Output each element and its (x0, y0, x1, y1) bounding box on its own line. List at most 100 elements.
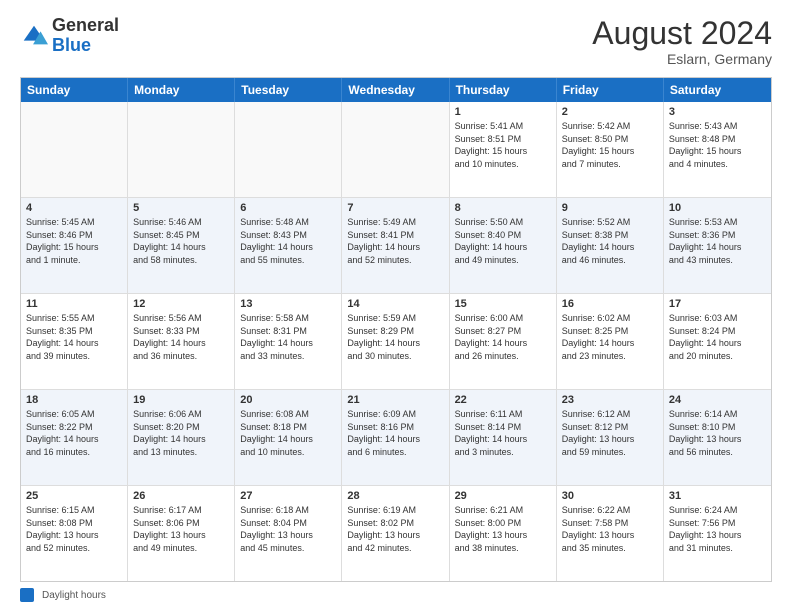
day-number: 26 (133, 490, 229, 502)
header: General Blue August 2024 Eslarn, Germany (20, 16, 772, 67)
day-number: 18 (26, 394, 122, 406)
day-number: 15 (455, 298, 551, 310)
day-info: Sunrise: 5:41 AM Sunset: 8:51 PM Dayligh… (455, 120, 551, 170)
day-number: 27 (240, 490, 336, 502)
day-info: Sunrise: 5:45 AM Sunset: 8:46 PM Dayligh… (26, 216, 122, 266)
day-number: 23 (562, 394, 658, 406)
day-cell (342, 102, 449, 197)
day-info: Sunrise: 5:52 AM Sunset: 8:38 PM Dayligh… (562, 216, 658, 266)
day-number: 31 (669, 490, 766, 502)
day-info: Sunrise: 6:19 AM Sunset: 8:02 PM Dayligh… (347, 504, 443, 554)
calendar: Sunday Monday Tuesday Wednesday Thursday… (20, 77, 772, 582)
week-row: 4 Sunrise: 5:45 AM Sunset: 8:46 PM Daylig… (21, 198, 771, 294)
header-tuesday: Tuesday (235, 78, 342, 102)
title-block: August 2024 Eslarn, Germany (592, 16, 772, 67)
day-cell: 26 Sunrise: 6:17 AM Sunset: 8:06 PM Dayli… (128, 486, 235, 581)
day-cell: 7 Sunrise: 5:49 AM Sunset: 8:41 PM Daylig… (342, 198, 449, 293)
day-number: 19 (133, 394, 229, 406)
calendar-body: 1 Sunrise: 5:41 AM Sunset: 8:51 PM Daylig… (21, 102, 771, 581)
day-info: Sunrise: 6:15 AM Sunset: 8:08 PM Dayligh… (26, 504, 122, 554)
day-info: Sunrise: 6:22 AM Sunset: 7:58 PM Dayligh… (562, 504, 658, 554)
day-info: Sunrise: 6:17 AM Sunset: 8:06 PM Dayligh… (133, 504, 229, 554)
day-info: Sunrise: 5:59 AM Sunset: 8:29 PM Dayligh… (347, 312, 443, 362)
day-info: Sunrise: 5:50 AM Sunset: 8:40 PM Dayligh… (455, 216, 551, 266)
day-info: Sunrise: 6:00 AM Sunset: 8:27 PM Dayligh… (455, 312, 551, 362)
page: General Blue August 2024 Eslarn, Germany… (0, 0, 792, 612)
logo-icon (20, 22, 48, 50)
day-info: Sunrise: 6:24 AM Sunset: 7:56 PM Dayligh… (669, 504, 766, 554)
logo-general: General (52, 15, 119, 35)
day-info: Sunrise: 6:18 AM Sunset: 8:04 PM Dayligh… (240, 504, 336, 554)
day-cell: 10Sunrise: 5:53 AM Sunset: 8:36 PM Dayli… (664, 198, 771, 293)
week-row: 1 Sunrise: 5:41 AM Sunset: 8:51 PM Daylig… (21, 102, 771, 198)
day-info: Sunrise: 5:55 AM Sunset: 8:35 PM Dayligh… (26, 312, 122, 362)
day-number: 16 (562, 298, 658, 310)
legend-label: Daylight hours (42, 590, 106, 601)
day-info: Sunrise: 5:43 AM Sunset: 8:48 PM Dayligh… (669, 120, 766, 170)
day-cell: 30 Sunrise: 6:22 AM Sunset: 7:58 PM Dayli… (557, 486, 664, 581)
day-cell: 14Sunrise: 5:59 AM Sunset: 8:29 PM Dayli… (342, 294, 449, 389)
day-cell: 2 Sunrise: 5:42 AM Sunset: 8:50 PM Daylig… (557, 102, 664, 197)
header-wednesday: Wednesday (342, 78, 449, 102)
day-number: 20 (240, 394, 336, 406)
day-info: Sunrise: 6:09 AM Sunset: 8:16 PM Dayligh… (347, 408, 443, 458)
day-cell: 13Sunrise: 5:58 AM Sunset: 8:31 PM Dayli… (235, 294, 342, 389)
day-info: Sunrise: 5:49 AM Sunset: 8:41 PM Dayligh… (347, 216, 443, 266)
day-info: Sunrise: 6:21 AM Sunset: 8:00 PM Dayligh… (455, 504, 551, 554)
day-number: 5 (133, 202, 229, 214)
day-number: 2 (562, 106, 658, 118)
day-number: 10 (669, 202, 766, 214)
week-row: 11 Sunrise: 5:55 AM Sunset: 8:35 PM Dayli… (21, 294, 771, 390)
day-cell: 16Sunrise: 6:02 AM Sunset: 8:25 PM Dayli… (557, 294, 664, 389)
header-sunday: Sunday (21, 78, 128, 102)
month-year: August 2024 (592, 16, 772, 51)
logo-blue: Blue (52, 35, 91, 55)
day-number: 7 (347, 202, 443, 214)
day-info: Sunrise: 6:06 AM Sunset: 8:20 PM Dayligh… (133, 408, 229, 458)
day-number: 30 (562, 490, 658, 502)
day-cell (128, 102, 235, 197)
header-friday: Friday (557, 78, 664, 102)
day-headers: Sunday Monday Tuesday Wednesday Thursday… (21, 78, 771, 102)
day-number: 11 (26, 298, 122, 310)
day-cell: 22Sunrise: 6:11 AM Sunset: 8:14 PM Dayli… (450, 390, 557, 485)
day-info: Sunrise: 6:08 AM Sunset: 8:18 PM Dayligh… (240, 408, 336, 458)
day-number: 4 (26, 202, 122, 214)
day-cell: 3Sunrise: 5:43 AM Sunset: 8:48 PM Daylig… (664, 102, 771, 197)
day-number: 12 (133, 298, 229, 310)
day-cell: 8Sunrise: 5:50 AM Sunset: 8:40 PM Daylig… (450, 198, 557, 293)
day-cell: 31 Sunrise: 6:24 AM Sunset: 7:56 PM Dayli… (664, 486, 771, 581)
day-number: 28 (347, 490, 443, 502)
day-info: Sunrise: 5:46 AM Sunset: 8:45 PM Dayligh… (133, 216, 229, 266)
day-cell: 20 Sunrise: 6:08 AM Sunset: 8:18 PM Dayli… (235, 390, 342, 485)
header-monday: Monday (128, 78, 235, 102)
logo-text: General Blue (52, 16, 119, 56)
day-cell: 1 Sunrise: 5:41 AM Sunset: 8:51 PM Daylig… (450, 102, 557, 197)
day-cell: 18Sunrise: 6:05 AM Sunset: 8:22 PM Dayli… (21, 390, 128, 485)
day-info: Sunrise: 5:48 AM Sunset: 8:43 PM Dayligh… (240, 216, 336, 266)
day-info: Sunrise: 5:56 AM Sunset: 8:33 PM Dayligh… (133, 312, 229, 362)
day-cell: 6 Sunrise: 5:48 AM Sunset: 8:43 PM Daylig… (235, 198, 342, 293)
day-cell: 23 Sunrise: 6:12 AM Sunset: 8:12 PM Dayli… (557, 390, 664, 485)
day-cell: 25Sunrise: 6:15 AM Sunset: 8:08 PM Dayli… (21, 486, 128, 581)
day-cell: 12 Sunrise: 5:56 AM Sunset: 8:33 PM Dayli… (128, 294, 235, 389)
day-info: Sunrise: 6:11 AM Sunset: 8:14 PM Dayligh… (455, 408, 551, 458)
day-cell: 11 Sunrise: 5:55 AM Sunset: 8:35 PM Dayli… (21, 294, 128, 389)
day-cell: 28 Sunrise: 6:19 AM Sunset: 8:02 PM Dayli… (342, 486, 449, 581)
header-thursday: Thursday (450, 78, 557, 102)
day-number: 29 (455, 490, 551, 502)
legend-box (20, 588, 34, 602)
day-cell: 9 Sunrise: 5:52 AM Sunset: 8:38 PM Daylig… (557, 198, 664, 293)
week-row: 18Sunrise: 6:05 AM Sunset: 8:22 PM Dayli… (21, 390, 771, 486)
day-cell: 29 Sunrise: 6:21 AM Sunset: 8:00 PM Dayli… (450, 486, 557, 581)
day-number: 1 (455, 106, 551, 118)
day-number: 9 (562, 202, 658, 214)
day-cell: 19 Sunrise: 6:06 AM Sunset: 8:20 PM Dayli… (128, 390, 235, 485)
day-cell: 24Sunrise: 6:14 AM Sunset: 8:10 PM Dayli… (664, 390, 771, 485)
day-number: 24 (669, 394, 766, 406)
day-number: 6 (240, 202, 336, 214)
day-info: Sunrise: 6:12 AM Sunset: 8:12 PM Dayligh… (562, 408, 658, 458)
day-cell (235, 102, 342, 197)
day-info: Sunrise: 5:42 AM Sunset: 8:50 PM Dayligh… (562, 120, 658, 170)
footer: Daylight hours (20, 582, 772, 602)
